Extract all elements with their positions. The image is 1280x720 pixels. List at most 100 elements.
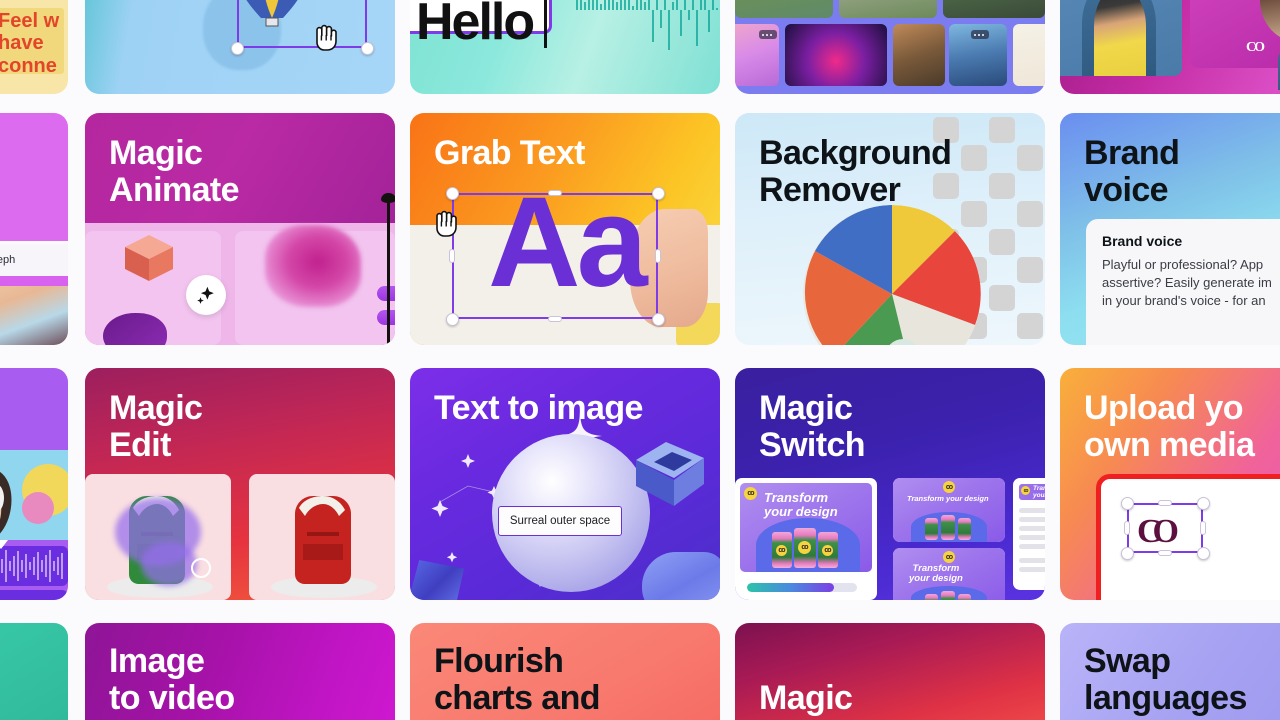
card-image-mosaic[interactable] (735, 0, 1045, 94)
audio-waveform (1, 550, 63, 582)
card-swap-languages[interactable]: Swap languages (1060, 623, 1280, 720)
smiley-icon: co (798, 541, 811, 554)
selection-handle-left-mid[interactable] (449, 249, 455, 263)
card-magic-switch[interactable]: Magic Switch co Transform your design co… (735, 368, 1045, 600)
selection-box[interactable] (1127, 503, 1203, 553)
selection-handle-top-right[interactable] (652, 187, 665, 200)
card-magic-animate[interactable]: Magic Animate (85, 113, 395, 345)
card-brand-voice[interactable]: Brand voice Brand voice Playful or profe… (1060, 113, 1280, 345)
pointer-shape (377, 286, 395, 301)
preview-text: Transform your design (1033, 485, 1045, 500)
selection-handle-bottom-mid[interactable] (548, 316, 562, 322)
selection-box[interactable] (237, 0, 367, 48)
mosaic-thumb[interactable] (735, 0, 833, 18)
brand-voice-panel: Brand voice Playful or professional? App… (1086, 219, 1280, 345)
selection-handle-bottom-right[interactable] (1197, 547, 1210, 560)
mosaic-thumb[interactable] (943, 0, 1045, 18)
switch-preview-alt-2[interactable]: co Transform your design (893, 548, 1005, 600)
mosaic-thumb[interactable] (785, 24, 887, 86)
tools-gallery-grid: Ground 2022 Feel w have conne Hello (0, 0, 1280, 720)
card-title: Upload yo own media (1084, 389, 1255, 464)
sparkle-badge[interactable] (186, 275, 226, 315)
selection-handle-bottom-left[interactable] (1121, 547, 1134, 560)
selection-handle-bottom-left[interactable] (231, 42, 244, 55)
pointer-shape (377, 310, 395, 325)
prompt-field[interactable]: al flying eleph (0, 244, 68, 276)
card-title: Magic Edit (109, 389, 203, 464)
brush-cursor[interactable] (191, 558, 211, 578)
card-title-text: Magic Design (759, 678, 869, 720)
card-magic-edit[interactable]: Magic Edit (85, 368, 395, 600)
upload-canvas[interactable]: CO (1096, 474, 1280, 600)
selection-handle-left-mid[interactable] (1124, 521, 1130, 535)
switch-preview-document[interactable]: co Transform your design (1013, 478, 1045, 590)
ground-headline: Feel w have conne (0, 10, 60, 77)
selection-handle-bottom-mid[interactable] (1158, 550, 1172, 556)
card-magic-design[interactable]: Magic Design™ (735, 623, 1045, 720)
switch-preview-alt-1[interactable]: co Transform your design (893, 478, 1005, 542)
selection-handle-top-left[interactable] (1121, 497, 1134, 510)
timeline-clip[interactable] (0, 590, 68, 600)
divider (0, 276, 68, 286)
selection-handle-bottom-right[interactable] (652, 313, 665, 326)
selection-handle-right-mid[interactable] (655, 249, 661, 263)
playhead-marker[interactable] (0, 540, 8, 549)
card-title: Magic Switch (759, 389, 866, 464)
card-upload-media[interactable]: Upload yo own media CO (1060, 368, 1280, 600)
card-teal-partial[interactable] (0, 623, 68, 720)
selection-handle-top-mid[interactable] (1158, 500, 1172, 506)
selection-box[interactable] (452, 193, 658, 319)
card-title: Swap languages (1084, 642, 1247, 717)
selection-handle-right-mid[interactable] (1200, 521, 1206, 535)
switch-preview-main[interactable]: co Transform your design co co co (735, 478, 877, 600)
thumb-menu-dots-icon[interactable] (759, 30, 777, 39)
preview-text: Transform your design (764, 490, 838, 520)
selection-handle-bottom-right[interactable] (361, 42, 374, 55)
hand-3d (642, 552, 720, 600)
card-hello-voice[interactable]: Hello (410, 0, 720, 94)
grab-hand-cursor-icon (316, 24, 337, 51)
hello-text-value: Hello (416, 0, 535, 51)
selection-handle-bottom-left[interactable] (446, 313, 459, 326)
preview-text: Transform your design (907, 494, 989, 503)
product-can (941, 515, 955, 540)
cube-3d-icon (125, 235, 173, 281)
card-text-to-image-partial[interactable]: o al flying eleph (0, 113, 68, 345)
prompt-value: Surreal outer space (509, 515, 611, 527)
card-title: Flourish charts and (434, 642, 601, 717)
mosaic-thumb[interactable] (893, 24, 945, 86)
video-frame-photo (0, 450, 68, 540)
backpack-red-photo (295, 496, 351, 584)
smiley-icon: co (1021, 486, 1030, 495)
product-can (941, 591, 955, 600)
card-brand-people[interactable]: CO (1060, 0, 1280, 94)
card-title: Magic Design™ (759, 643, 881, 720)
card-balloon[interactable] (85, 0, 395, 94)
card-text-to-image[interactable]: Text to image Surreal outer space (410, 368, 720, 600)
timeline-clip-audio[interactable] (0, 546, 68, 586)
card-title: Grab Text (434, 134, 585, 172)
sparkle-icon (197, 286, 214, 304)
card-title: Text to image (434, 389, 643, 427)
card-grab-text[interactable]: Grab Text Aa (410, 113, 720, 345)
card-image-to-video[interactable]: Image to video (85, 623, 395, 720)
thumb-menu-dots-icon[interactable] (971, 30, 989, 39)
card-title: Brand voice (1084, 134, 1180, 209)
brush-stroke (141, 542, 197, 586)
selection-handle-top-mid[interactable] (548, 190, 562, 196)
smiley-icon: co (822, 545, 833, 556)
preview-text: Transform your design (909, 563, 963, 585)
selection-handle-top-left[interactable] (446, 187, 459, 200)
mosaic-thumb[interactable] (1013, 24, 1045, 86)
grab-hand-cursor-icon (436, 210, 457, 237)
card-video-editor-partial[interactable] (0, 368, 68, 600)
smiley-icon: co (943, 481, 955, 493)
smiley-icon: co (943, 551, 955, 563)
selection-handle-top-right[interactable] (1197, 497, 1210, 510)
card-flourish-charts[interactable]: Flourish charts and (410, 623, 720, 720)
card-ground-template[interactable]: Ground 2022 Feel w have conne (0, 0, 68, 94)
cube-3d-icon (628, 438, 712, 510)
prompt-input[interactable]: Surreal outer space (498, 506, 622, 536)
mosaic-thumb[interactable] (839, 0, 937, 18)
card-background-remover[interactable]: Background Remover (735, 113, 1045, 345)
